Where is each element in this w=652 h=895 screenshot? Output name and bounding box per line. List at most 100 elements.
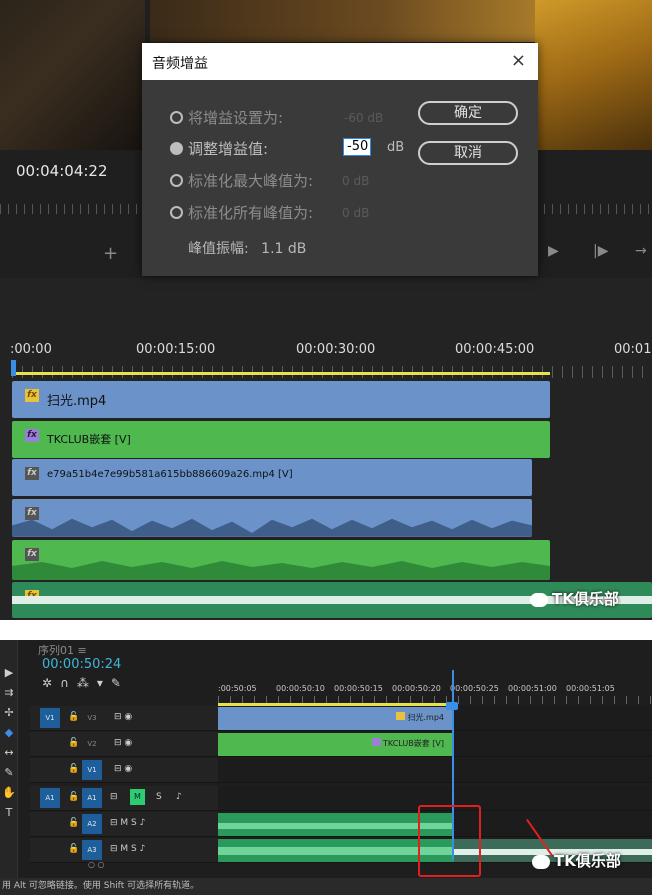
lane-v2[interactable]: TKCLUB嵌套 [V]	[218, 732, 652, 757]
lock-icon[interactable]: 🔓	[68, 792, 79, 802]
monitor-timecode[interactable]: 00:04:04:22	[16, 162, 108, 180]
track-toggle-icons[interactable]: ⊟ ◉	[114, 738, 132, 748]
set-gain-value[interactable]: -60 dB	[344, 111, 383, 125]
razor-tool-icon[interactable]: ◆	[2, 726, 16, 739]
ruler-label: 00:00:15:00	[136, 342, 216, 357]
slip-tool-icon[interactable]: ↔	[2, 746, 16, 759]
video-preview-left	[0, 0, 145, 150]
selection-tool-icon[interactable]: ▶	[2, 666, 16, 679]
track-target[interactable]: A2	[82, 814, 102, 834]
highlight-box	[418, 805, 481, 877]
track-toggle-icons[interactable]: ⊟ M S ♪	[110, 818, 145, 828]
track-target[interactable]: V2	[82, 734, 102, 754]
radio-icon[interactable]	[170, 206, 183, 219]
step-forward-icon[interactable]: |▶	[593, 243, 608, 259]
clip-e79a-video[interactable]: fx e79a51b4e7e99b581a615bb886609a26.mp4 …	[12, 459, 532, 496]
track-header-v3: V1 🔓 V3 ⊟ ◉	[30, 706, 218, 731]
video-preview-mid	[150, 0, 535, 42]
track-target[interactable]: A3	[82, 840, 102, 860]
wechat-icon	[532, 854, 550, 869]
premiere-panel-top: 00:04:04:22 + ▶ |▶ → 音频增益 × 将增益设置为: -60 …	[0, 0, 652, 620]
waveform	[12, 518, 532, 537]
lane-v3[interactable]: 扫光.mp4	[218, 706, 652, 731]
plus-icon[interactable]: +	[103, 243, 118, 264]
work-area-bar[interactable]	[12, 372, 550, 375]
clip-saoguang[interactable]: 扫光.mp4	[218, 707, 454, 730]
hand-tool-icon[interactable]: ✋	[2, 786, 16, 799]
audio-clip-2[interactable]: fx	[12, 540, 550, 580]
mic-icon[interactable]: ♪	[176, 792, 182, 802]
wechat-icon	[530, 592, 548, 607]
status-bar: 用 Alt 可忽略链接。使用 Shift 可选择所有轨道。	[0, 878, 652, 895]
track-header-a3: 🔓 A3 ⊟ M S ♪	[30, 838, 218, 863]
ruler-label: 00:00:30:00	[296, 342, 376, 357]
source-patch-a1[interactable]: A1	[40, 788, 60, 808]
option-label: 将增益设置为:	[188, 109, 284, 127]
audio-gain-dialog: 音频增益 × 将增益设置为: -60 dB 调整增益值: -50 dB 标准化最…	[142, 43, 538, 276]
clip-tkclub-nest[interactable]: fx TKCLUB嵌套 [V]	[12, 421, 550, 458]
premiere-panel-bottom: ▶ ⇉ ✢ ◆ ↔ ✎ ✋ T 序列01 ≡ 00:00:50:24 ✲∩⁂▾✎…	[0, 640, 652, 895]
lock-icon[interactable]: 🔓	[68, 818, 79, 828]
track-target[interactable]: A1	[82, 788, 102, 808]
track-toggle-icons[interactable]: ⊟	[110, 792, 118, 802]
lock-icon[interactable]: 🔓	[68, 738, 79, 748]
track-target[interactable]: V1	[82, 760, 102, 780]
type-tool-icon[interactable]: T	[2, 806, 16, 819]
dialog-title: 音频增益	[152, 56, 208, 72]
nest-icon[interactable]: ✲	[42, 676, 60, 690]
option-adjust-gain[interactable]: 调整增益值:	[170, 138, 268, 159]
clip-tkclub-nest[interactable]: TKCLUB嵌套 [V]	[218, 733, 454, 756]
lock-icon[interactable]: 🔓	[68, 712, 79, 722]
track-toggle-icons[interactable]: ⊟ ◉	[114, 712, 132, 722]
option-set-gain[interactable]: 将增益设置为:	[170, 107, 283, 128]
adjust-gain-input[interactable]: -50	[343, 138, 371, 156]
ripple-edit-icon[interactable]: ✢	[2, 706, 16, 719]
radio-icon[interactable]	[170, 174, 183, 187]
mute-button[interactable]: M	[130, 789, 145, 805]
lock-icon[interactable]: 🔓	[68, 844, 79, 854]
radio-icon[interactable]	[170, 111, 183, 124]
option-normalize-all[interactable]: 标准化所有峰值为:	[170, 202, 313, 223]
source-patch-v1[interactable]: V1	[40, 708, 60, 728]
normalize-max-value[interactable]: 0 dB	[342, 174, 369, 188]
clip-name: 扫光.mp4	[396, 712, 444, 723]
playhead[interactable]	[446, 702, 458, 710]
timeline-toolbar: ✲∩⁂▾✎	[42, 676, 129, 690]
ruler-label: :00:00	[10, 342, 52, 357]
cancel-button[interactable]: 取消	[418, 141, 518, 165]
lane-v1[interactable]	[218, 758, 652, 783]
linked-selection-icon[interactable]: ⁂	[77, 676, 97, 690]
solo-button[interactable]: S	[156, 792, 162, 802]
lock-icon[interactable]: 🔓	[68, 764, 79, 774]
normalize-all-value[interactable]: 0 dB	[342, 206, 369, 220]
marker-icon[interactable]: ▾	[97, 676, 111, 690]
dialog-titlebar: 音频增益 ×	[142, 43, 538, 80]
sequence-timecode[interactable]: 00:00:50:24	[42, 657, 121, 672]
play-icon[interactable]: ▶	[548, 243, 559, 259]
playhead[interactable]	[11, 360, 16, 376]
sequence-tab[interactable]: 序列01 ≡	[38, 642, 87, 658]
insert-icon[interactable]: →	[635, 243, 647, 259]
clip-name: TKCLUB嵌套 [V]	[372, 738, 444, 749]
option-normalize-max[interactable]: 标准化最大峰值为:	[170, 170, 313, 191]
track-toggle-icons[interactable]: ⊟ M S ♪	[110, 844, 145, 854]
track-toggle-icons[interactable]: ⊟ ◉	[114, 764, 132, 774]
zoom-scrollbar[interactable]: ○ ○	[88, 860, 116, 869]
peak-label: 峰值振幅:	[188, 241, 249, 257]
timeline-ruler[interactable]: :00:50:05 00:00:50:10 00:00:50:15 00:00:50:…	[218, 684, 624, 693]
audio-clip-1[interactable]: fx	[12, 499, 532, 537]
track-select-icon[interactable]: ⇉	[2, 686, 16, 699]
clip-saoguang[interactable]: fx 扫光.mp4	[12, 381, 550, 418]
close-icon[interactable]: ×	[511, 50, 526, 71]
ruler-label: 00:00:50:15	[334, 684, 383, 693]
fx-icon: fx	[25, 429, 39, 442]
radio-icon[interactable]	[170, 142, 183, 155]
track-target[interactable]: V3	[82, 708, 102, 728]
ruler-label: 00:00:51:00	[508, 684, 557, 693]
option-label: 标准化所有峰值为:	[188, 204, 314, 222]
snap-icon[interactable]: ∩	[60, 676, 77, 690]
wrench-icon[interactable]: ✎	[111, 676, 129, 690]
ok-button[interactable]: 确定	[418, 101, 518, 125]
clip-name: e79a51b4e7e99b581a615bb886609a26.mp4 [V]	[47, 469, 293, 480]
pen-tool-icon[interactable]: ✎	[2, 766, 16, 779]
